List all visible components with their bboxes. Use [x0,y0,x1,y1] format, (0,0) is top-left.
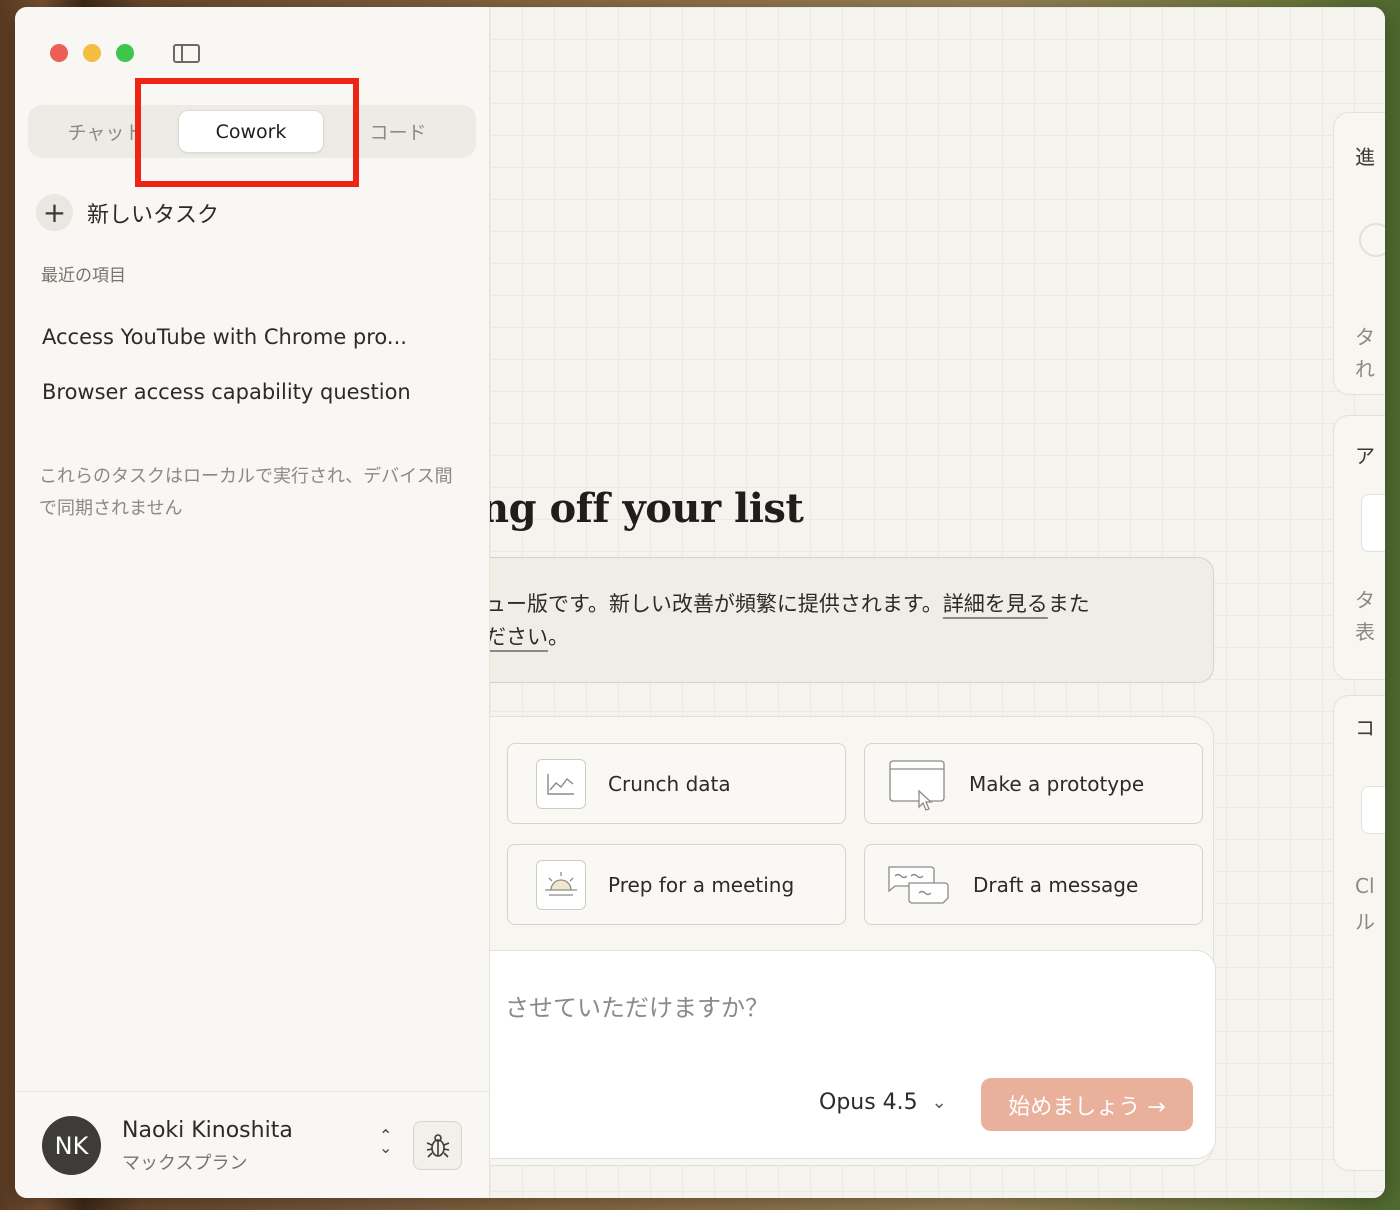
page-title: ng off your list [490,485,804,532]
avatar[interactable]: NK [42,1116,101,1175]
artifacts-title: ア [1355,444,1375,468]
suggestion-label: Prep for a meeting [608,872,795,897]
sidebar: チャット Cowork コード + 新しいタスク 最近の項目 Access Yo… [15,7,490,1198]
start-button[interactable]: 始めましょう → [981,1078,1193,1131]
preview-notice: ュー版です。新しい改善が頻繁に提供されます。詳細を見るまたださい。 [490,557,1214,683]
recent-heading: 最近の項目 [41,266,126,286]
artifact-placeholder-icon [1361,494,1385,552]
model-label: Opus 4.5 [819,1090,918,1115]
chat-bubbles-icon [885,860,951,910]
notice-text-part: 。 [548,625,569,649]
main-area: ng off your list ュー版です。新しい改善が頻繁に提供されます。詳… [490,7,1385,1198]
progress-text: タ [1355,325,1375,349]
notice-text-part: ュー版です。新しい改善が頻繁に提供されます。 [490,592,943,616]
close-window-button[interactable] [50,44,68,62]
local-tasks-note: これらのタスクはローカルで実行され、デバイス間で同期されません [39,466,453,519]
notice-text-part: また [1047,592,1090,616]
document-icon [1361,786,1385,834]
progress-title: 進 [1355,145,1375,169]
feedback-link[interactable]: ださい [490,625,548,649]
progress-text: れ [1355,357,1375,381]
user-name[interactable]: Naoki Kinoshita [122,1118,293,1143]
bug-report-button[interactable] [413,1121,462,1170]
tab-cowork[interactable]: Cowork [178,110,324,153]
context-title: コ [1355,716,1375,740]
new-task-button[interactable]: + 新しいタスク [36,194,219,231]
browser-window-icon [889,759,947,811]
progress-card: 進 タ れ [1333,112,1385,395]
recent-item[interactable]: Browser access capability question [42,380,411,404]
suggestion-prep-meeting[interactable]: Prep for a meeting [507,844,846,925]
zoom-window-button[interactable] [116,44,134,62]
user-footer: NK Naoki Kinoshita マックスプラン ⌃ ⌄ [15,1091,489,1198]
sidebar-toggle-icon[interactable] [173,44,200,63]
model-selector[interactable]: Opus 4.5 ⌄ [819,1090,947,1115]
account-switcher-icon[interactable]: ⌃ ⌄ [379,1128,392,1156]
context-text: Cl [1355,874,1375,898]
suggestion-label: Make a prototype [969,771,1145,796]
bug-icon [426,1133,449,1158]
notice-text: ュー版です。新しい改善が頻繁に提供されます。詳細を見るまたださい。 [490,588,1165,654]
prompt-placeholder: させていただけますか？ [505,994,769,1022]
check-circle-icon [1359,223,1385,257]
artifacts-text: タ [1355,588,1375,612]
new-task-label: 新しいタスク [87,202,220,228]
user-plan: マックスプラン [122,1153,248,1174]
sunrise-icon [536,859,586,910]
prompt-input[interactable]: させていただけますか？ Opus 4.5 ⌄ 始めましょう → [490,950,1216,1159]
context-card: コ Cl ル [1333,695,1385,1171]
right-panel: 進 タ れ ア タ 表 コ Cl ル [1333,7,1385,1198]
chevron-down-icon: ⌄ [931,1092,947,1113]
context-text: ル [1355,910,1375,934]
suggestion-crunch-data[interactable]: Crunch data [507,743,846,824]
learn-more-link[interactable]: 詳細を見る [943,592,1048,616]
suggestion-label: Crunch data [608,771,731,796]
minimize-window-button[interactable] [83,44,101,62]
chart-icon [536,758,586,809]
mode-switch: チャット Cowork コード [28,105,476,158]
tab-code[interactable]: コード [333,110,463,153]
plus-icon: + [36,194,73,231]
recent-item[interactable]: Access YouTube with Chrome pro... [42,325,407,349]
app-window: チャット Cowork コード + 新しいタスク 最近の項目 Access Yo… [15,7,1385,1198]
artifacts-card: ア タ 表 [1333,415,1385,680]
suggestion-make-prototype[interactable]: Make a prototype [864,743,1203,824]
artifacts-text: 表 [1355,620,1375,644]
suggestion-label: Draft a message [973,872,1139,897]
tab-chat[interactable]: チャット [38,110,173,153]
suggestion-draft-message[interactable]: Draft a message [864,844,1203,925]
